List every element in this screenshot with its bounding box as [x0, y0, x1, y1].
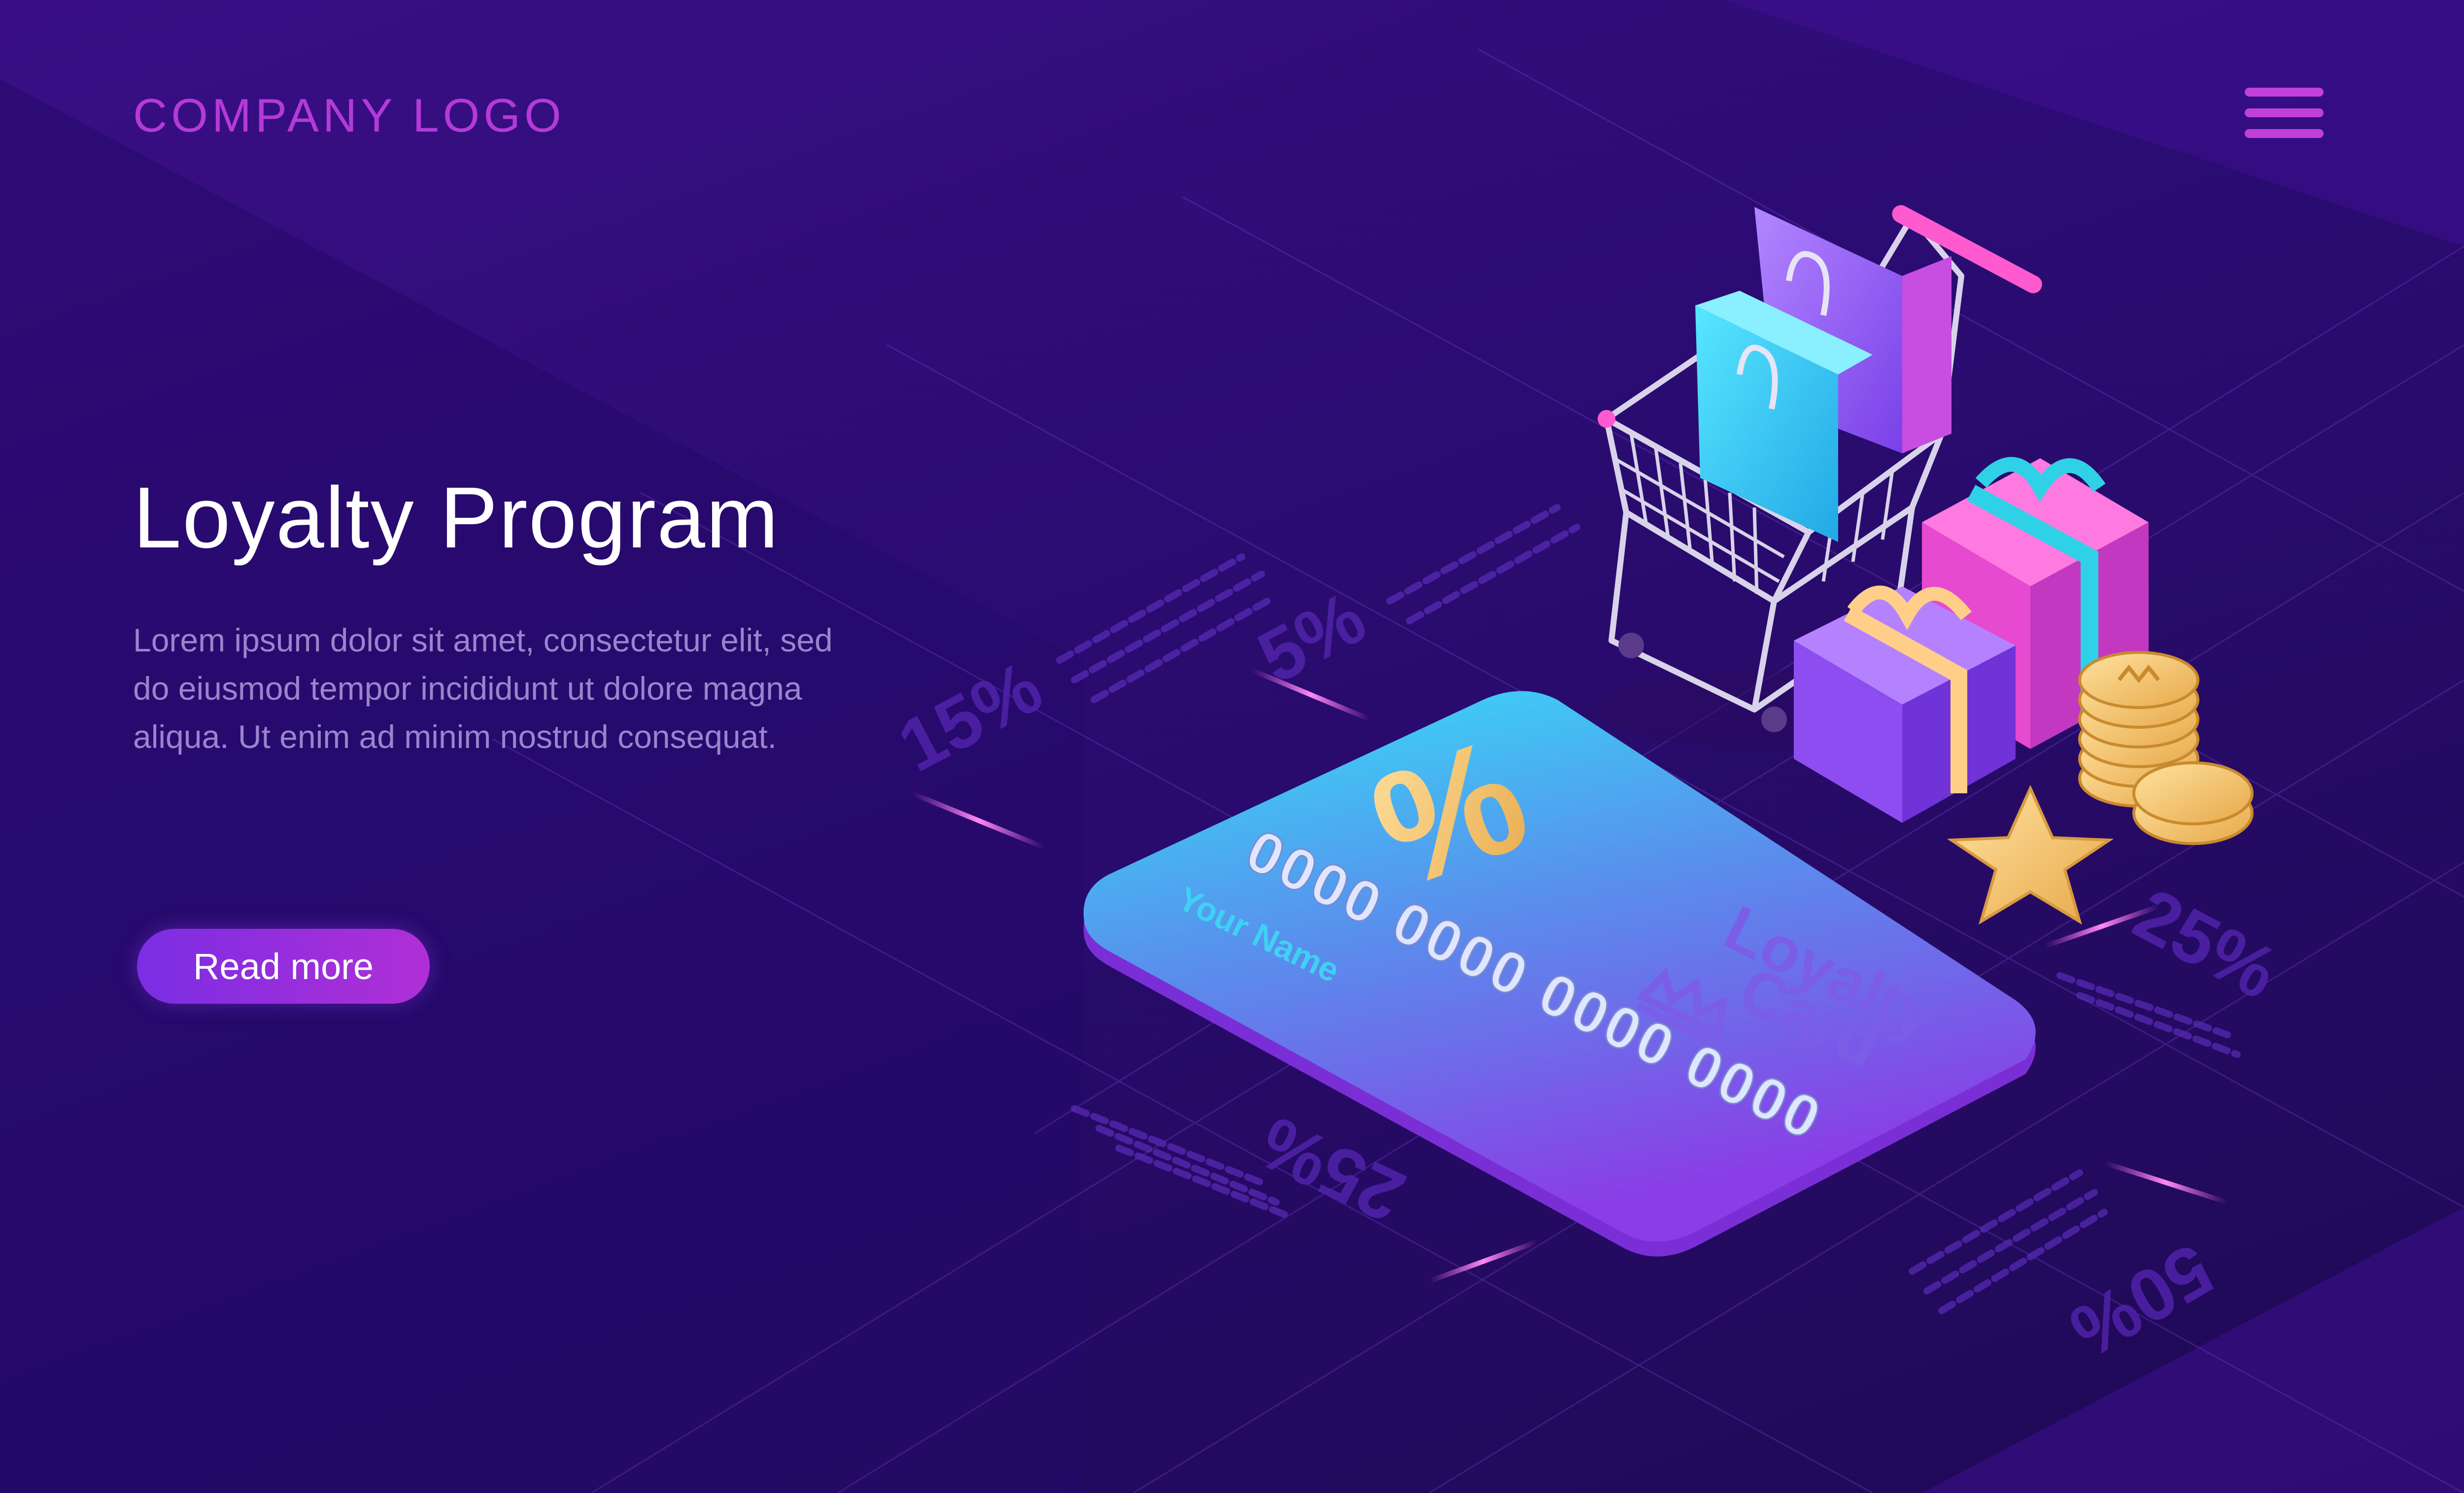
loyalty-illustration: 15% 5% 25% 25% 50% % 0000 0000 0000 0000… [885, 205, 2291, 1374]
coin-icon [2078, 651, 2254, 845]
floor-label-5: 5% [1245, 576, 1378, 699]
star-icon [1947, 784, 2114, 925]
landing-page: COMPANY LOGO Loyalty Program Lorem ipsum… [0, 0, 2464, 1493]
floor-label-15: 15% [885, 645, 1055, 787]
shopping-bag-icon [1695, 207, 1951, 542]
floor-label-25-right: 25% [2122, 872, 2291, 1015]
floor-label-25-bottom: 25% [1247, 1101, 1416, 1238]
floor-label-50-bottom: 50% [2057, 1228, 2226, 1374]
